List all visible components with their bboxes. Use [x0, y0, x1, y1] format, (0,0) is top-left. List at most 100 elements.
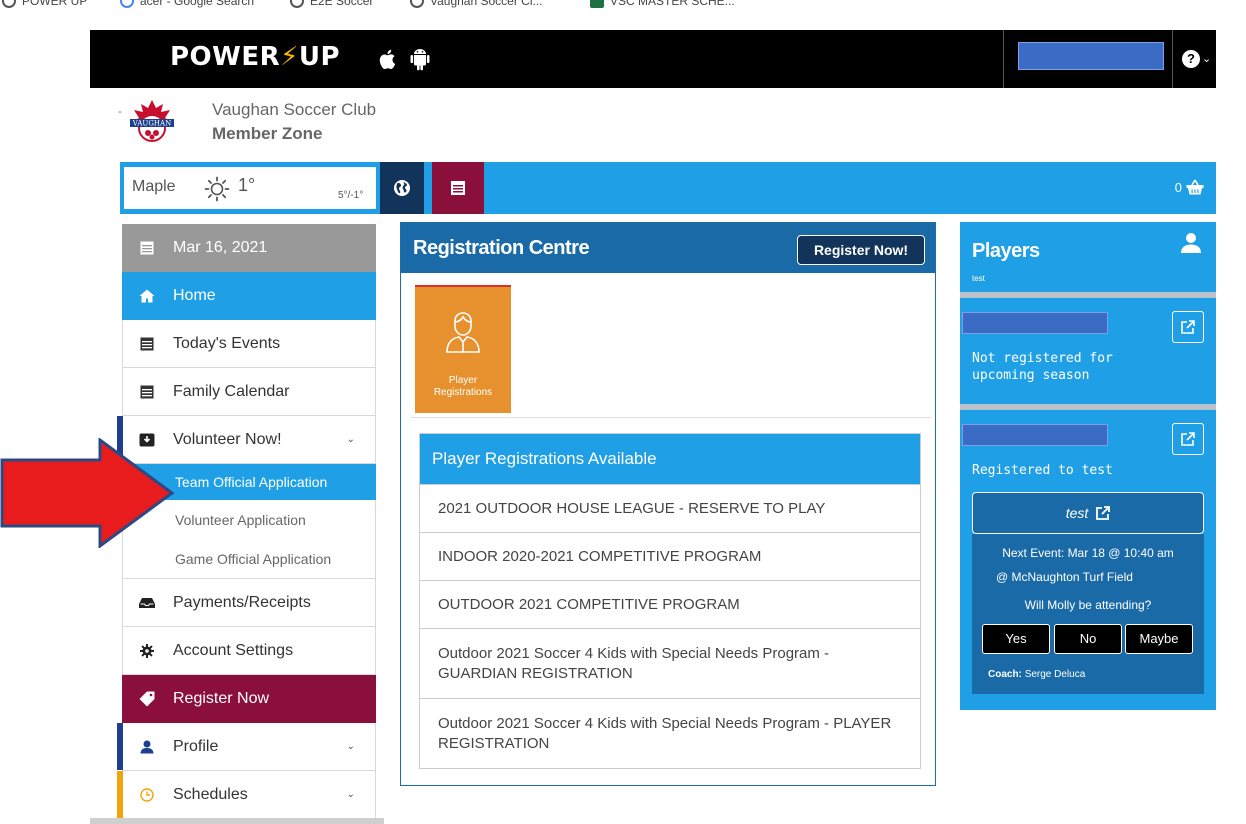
- weather-widget[interactable]: Maple 1° 5°/-1°: [124, 167, 376, 209]
- bookmark-e2e-soccer[interactable]: E2E Soccer: [290, 0, 373, 8]
- player-name-redacted: [962, 312, 1108, 334]
- registrations-available-list: Player Registrations Available 2021 OUTD…: [419, 433, 921, 769]
- rsvp-maybe-button[interactable]: Maybe: [1125, 624, 1193, 654]
- sidebar-subitem-label: Volunteer Application: [175, 511, 306, 528]
- android-icon[interactable]: [410, 47, 430, 71]
- user-icon[interactable]: [1180, 232, 1202, 254]
- home-icon: [139, 288, 155, 304]
- main-navbar: Maple 1° 5°/-1° 0: [120, 162, 1216, 214]
- top-bar: POWER⚡UP ? ⌄: [90, 30, 1216, 88]
- calendar-icon: [451, 181, 465, 195]
- sidebar-date: Mar 16, 2021: [122, 224, 376, 272]
- sidebar-item-profile[interactable]: Profile ⌄: [117, 723, 376, 771]
- external-link-icon: [1096, 506, 1111, 520]
- registration-centre-panel: Registration Centre Register Now! Player…: [400, 222, 936, 786]
- bookmark-icon: [410, 0, 424, 8]
- excel-icon: [590, 0, 604, 8]
- weather-range: 5°/-1°: [338, 190, 364, 201]
- club-name: Vaughan Soccer Club: [212, 100, 377, 119]
- divider: [1172, 30, 1173, 88]
- sidebar-subitem-label: Game Official Application: [175, 550, 332, 567]
- players-panel: Players test Not registered for upcoming…: [960, 222, 1216, 710]
- calendar-icon: [139, 384, 155, 400]
- players-subtitle: test: [972, 274, 985, 283]
- registrations-available-header: Player Registrations Available: [420, 434, 920, 484]
- external-link-icon: [1181, 320, 1195, 334]
- user-name-redacted[interactable]: [1018, 42, 1164, 70]
- sidebar-item-label: Account Settings: [173, 641, 294, 659]
- chevron-down-icon: ⌄: [346, 741, 355, 752]
- help-icon[interactable]: ?: [1182, 50, 1200, 68]
- sidebar-subitem-label: Team Official Application: [175, 474, 328, 490]
- apple-icon[interactable]: [378, 48, 398, 70]
- register-now-button[interactable]: Register Now!: [797, 235, 925, 265]
- calendar-tab[interactable]: [432, 162, 484, 214]
- player-status: Not registered for upcoming season: [972, 351, 1113, 383]
- player-registrations-label: Player Registrations: [433, 375, 493, 398]
- tray-icon: [139, 595, 155, 611]
- chevron-down-icon: ⌄: [346, 434, 355, 445]
- bookmark-icon: [290, 0, 304, 8]
- sidebar-item-home[interactable]: Home: [122, 272, 376, 320]
- rsvp-no-button[interactable]: No: [1054, 624, 1122, 654]
- sidebar-item-label: Volunteer Now!: [173, 430, 282, 448]
- sidebar-item-label: Family Calendar: [173, 382, 290, 400]
- rsvp-yes-button[interactable]: Yes: [982, 624, 1050, 654]
- sidebar-item-register-now[interactable]: Register Now: [122, 675, 376, 723]
- svg-text:VAUGHAN: VAUGHAN: [132, 120, 171, 128]
- list-item[interactable]: Outdoor 2021 Soccer 4 Kids with Special …: [420, 698, 920, 768]
- sun-icon: [204, 176, 230, 202]
- red-arrow-annotation: [0, 438, 175, 548]
- sidebar-item-label: Schedules: [173, 785, 248, 803]
- gear-icon: [139, 643, 155, 659]
- chevron-down-icon: ⌄: [346, 789, 355, 800]
- user-icon: [139, 739, 155, 755]
- weather-temperature: 1°: [238, 175, 256, 195]
- sidebar-item-todays-events[interactable]: Today's Events: [122, 320, 376, 368]
- chevron-down-icon[interactable]: ⌄: [1202, 52, 1211, 65]
- divider: [1003, 30, 1004, 88]
- edit-player-button[interactable]: [1172, 311, 1204, 343]
- cart-button[interactable]: 0: [1175, 179, 1204, 195]
- divider: [960, 292, 1216, 298]
- registration-centre-header: Registration Centre Register Now!: [401, 223, 935, 273]
- registration-centre-title: Registration Centre: [413, 237, 590, 259]
- next-event-card: Next Event: Mar 18 @ 10:40 am @ McNaught…: [972, 534, 1204, 694]
- clock-icon: [139, 787, 155, 803]
- cart-count: 0: [1174, 179, 1182, 195]
- player-registrations-tile[interactable]: Player Registrations: [415, 285, 511, 413]
- vaughan-logo[interactable]: VAUGHAN: [128, 98, 176, 142]
- next-event-time: Next Event: Mar 18 @ 10:40 am: [1002, 546, 1174, 560]
- bookmark-vsc-master[interactable]: VSC MASTER SCHE...: [590, 0, 735, 8]
- powerup-logo[interactable]: POWER⚡UP: [170, 42, 340, 72]
- horizontal-scrollbar[interactable]: [90, 818, 384, 824]
- sidebar-item-payments[interactable]: Payments/Receipts: [122, 579, 376, 627]
- bookmark-google-search[interactable]: acer - Google Search: [120, 0, 254, 8]
- bookmark-icon: [2, 0, 16, 8]
- member-zone-label: Member Zone: [212, 124, 323, 143]
- list-item[interactable]: 2021 OUTDOOR HOUSE LEAGUE - RESERVE TO P…: [420, 484, 920, 532]
- player-status: Registered to test: [972, 463, 1113, 478]
- bookmarks-bar: POWER UP acer - Google Search E2E Soccer…: [0, 0, 1246, 30]
- globe-tab[interactable]: [380, 162, 424, 214]
- divider: [960, 404, 1216, 410]
- basket-icon: [1186, 179, 1204, 195]
- external-link-icon: [1181, 432, 1195, 446]
- bookmark-power-up[interactable]: POWER UP: [2, 0, 87, 8]
- globe-icon: [394, 180, 410, 196]
- attendance-question: Will Molly be attending?: [1024, 598, 1152, 612]
- sidebar-item-schedules[interactable]: Schedules ⌄: [117, 771, 376, 819]
- bookmark-vaughan-soccer[interactable]: Vaughan Soccer Cl...: [410, 0, 543, 8]
- weather-location: Maple: [132, 178, 176, 195]
- sidebar-item-family-calendar[interactable]: Family Calendar: [122, 368, 376, 416]
- player-icon: [446, 312, 480, 353]
- list-item[interactable]: INDOOR 2020-2021 COMPETITIVE PROGRAM: [420, 532, 920, 580]
- divider: [411, 417, 931, 418]
- edit-player-button[interactable]: [1172, 423, 1204, 455]
- tag-icon: [139, 691, 155, 707]
- team-button[interactable]: test: [972, 492, 1204, 534]
- sidebar-item-label: Today's Events: [173, 334, 281, 352]
- list-item[interactable]: Outdoor 2021 Soccer 4 Kids with Special …: [420, 628, 920, 698]
- sidebar-item-account-settings[interactable]: Account Settings: [122, 627, 376, 675]
- list-item[interactable]: OUTDOOR 2021 COMPETITIVE PROGRAM: [420, 580, 920, 628]
